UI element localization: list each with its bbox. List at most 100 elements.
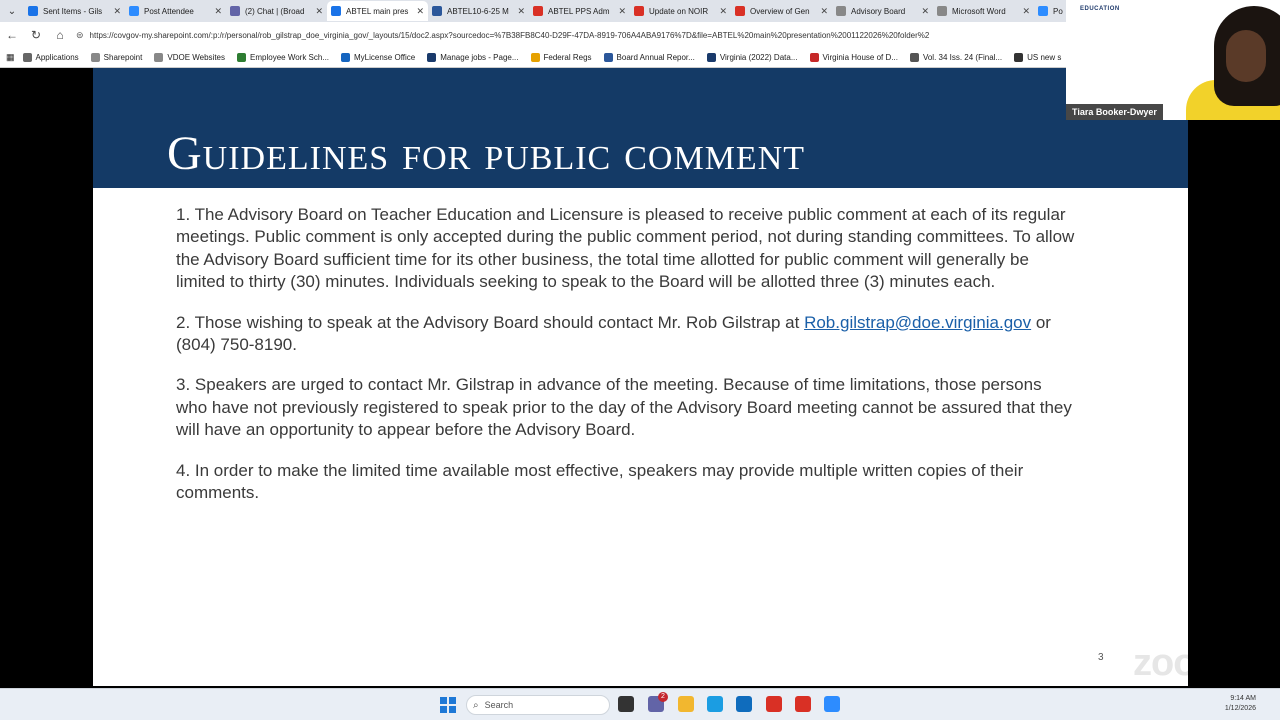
bookmark-item[interactable]: Applications xyxy=(22,53,79,62)
home-icon[interactable]: ⌂ xyxy=(48,28,72,42)
tab-close-icon[interactable]: ✕ xyxy=(113,6,121,17)
bookmark-icon xyxy=(427,53,437,62)
bookmark-item[interactable]: Manage jobs - Page... xyxy=(427,53,519,62)
bookmark-icon xyxy=(237,53,247,62)
outlook-icon[interactable] xyxy=(736,696,752,712)
tab-title: ABTEL PPS Adm xyxy=(548,6,610,16)
file-explorer-icon[interactable] xyxy=(678,696,694,712)
presentation-slide: Guidelines for public comment 1. The Adv… xyxy=(93,68,1188,686)
tab-close-icon[interactable]: ✕ xyxy=(517,6,525,17)
reload-icon[interactable]: ↻ xyxy=(24,28,48,42)
bookmark-item[interactable]: Virginia House of D... xyxy=(809,53,898,62)
left-letterbox xyxy=(0,68,93,686)
bookmarks-bar: ▦ Applications Sharepoint VDOE Websites Emp… xyxy=(0,48,1066,68)
taskbar-search[interactable]: ⌕ Search xyxy=(466,695,610,715)
browser-tab[interactable]: Overview of Gen ✕ xyxy=(731,1,832,21)
guideline-item-2-text: 2. Those wishing to speak at the Advisor… xyxy=(176,312,805,332)
bookmark-label: Applications xyxy=(35,53,79,62)
clock-date: 1/12/2026 xyxy=(1224,705,1256,712)
tab-favicon-icon xyxy=(331,6,341,16)
bookmark-item[interactable]: US new s xyxy=(1014,53,1061,62)
bookmark-label: MyLicense Office xyxy=(354,53,416,62)
participant-name: Tiara Booker-Dwyer xyxy=(1066,104,1163,120)
tab-title: Po xyxy=(1053,6,1063,16)
start-logo-tile xyxy=(440,697,447,704)
bookmark-item[interactable]: Vol. 34 Iss. 24 (Final... xyxy=(909,53,1003,62)
tab-list: Sent Items - Gils ✕ Post Attendee ✕ (2) Chat… xyxy=(24,1,1066,21)
participant-video-tile[interactable]: EDUCATION Tiara Booker-Dwyer xyxy=(1066,0,1280,120)
start-logo-tile xyxy=(440,706,447,713)
bookmark-label: Vol. 34 Iss. 24 (Final... xyxy=(922,53,1003,62)
edge-icon[interactable] xyxy=(707,696,723,712)
browser-tab[interactable]: ABTEL main pres ✕ xyxy=(327,1,428,21)
tab-close-icon[interactable]: ✕ xyxy=(820,6,828,17)
bookmark-icon xyxy=(530,53,540,62)
task-view-icon[interactable] xyxy=(618,696,634,712)
tab-favicon-icon xyxy=(432,6,442,16)
bookmark-item[interactable]: Sharepoint xyxy=(90,53,143,62)
bookmark-item[interactable]: Federal Regs xyxy=(530,53,592,62)
bookmark-item[interactable]: Board Annual Repor... xyxy=(603,53,695,62)
tab-close-icon[interactable]: ✕ xyxy=(416,6,424,17)
tab-title: (2) Chat | (Broad xyxy=(245,6,305,16)
bookmark-item[interactable]: VDOE Websites xyxy=(154,53,225,62)
guideline-item-4: 4. In order to make the limited time ava… xyxy=(176,460,1024,503)
tab-close-icon[interactable]: ✕ xyxy=(214,6,222,17)
contact-email-link[interactable]: Rob.gilstrap@doe.virginia.gov xyxy=(804,313,1031,332)
browser-tab[interactable]: Po xyxy=(1034,1,1066,21)
bookmark-icon xyxy=(154,53,164,62)
browser-tab[interactable]: (2) Chat | (Broad ✕ xyxy=(226,1,327,21)
app-icon[interactable] xyxy=(766,696,782,712)
start-button[interactable] xyxy=(440,697,456,713)
bookmark-item[interactable]: MyLicense Office xyxy=(341,53,415,62)
bookmark-icon xyxy=(603,53,613,62)
address-bar[interactable]: ⊜ https://covgov-my.sharepoint.com/:p:/r… xyxy=(72,25,1062,45)
browser-tab[interactable]: ABTEL10-6-25 M ✕ xyxy=(428,1,529,21)
browser-tab[interactable]: ABTEL PPS Adm ✕ xyxy=(529,1,630,21)
tab-title: Advisory Board xyxy=(851,6,906,16)
guideline-item-3: 3. Speakers are urged to contact Mr. Gil… xyxy=(176,375,1072,440)
tab-favicon-icon xyxy=(28,6,38,16)
url-text: https://covgov-my.sharepoint.com/:p:/r/p… xyxy=(89,30,930,40)
site-info-icon[interactable]: ⊜ xyxy=(76,30,84,41)
system-clock[interactable]: 9:14 AM 1/12/2026 xyxy=(1225,694,1256,714)
bookmark-item[interactable]: Employee Work Sch... xyxy=(237,53,329,62)
search-placeholder: Search xyxy=(484,700,514,710)
start-logo-tile xyxy=(449,697,456,704)
tab-title: Post Attendee xyxy=(144,6,194,16)
browser-tab[interactable]: Post Attendee ✕ xyxy=(125,1,226,21)
bookmark-label: US new s xyxy=(1027,53,1062,62)
bookmark-icon xyxy=(22,53,32,62)
tab-close-icon[interactable]: ✕ xyxy=(921,6,929,17)
bookmark-label: Manage jobs - Page... xyxy=(440,53,519,62)
bookmark-item[interactable]: Virginia (2022) Data... xyxy=(706,53,798,62)
tab-search-icon[interactable]: ⌄ xyxy=(0,0,24,22)
browser-tab[interactable]: Update on NOIR ✕ xyxy=(630,1,731,21)
browser-tab[interactable]: Sent Items - Gils ✕ xyxy=(24,1,125,21)
tab-favicon-icon xyxy=(1038,6,1048,16)
guideline-item-1: 1. The Advisory Board on Teacher Educati… xyxy=(176,205,1075,292)
search-icon: ⌕ xyxy=(473,699,479,711)
bookmark-icon xyxy=(341,53,351,62)
browser-tab[interactable]: Microsoft Word ✕ xyxy=(933,1,1034,21)
tab-favicon-icon xyxy=(634,6,644,16)
bookmark-label: Sharepoint xyxy=(103,53,143,62)
slide-number: 3 xyxy=(1098,652,1104,663)
tab-close-icon[interactable]: ✕ xyxy=(618,6,626,17)
tab-close-icon[interactable]: ✕ xyxy=(315,6,323,17)
tab-favicon-icon xyxy=(129,6,139,16)
apps-grid-icon[interactable]: ▦ xyxy=(6,52,15,63)
zoom-icon[interactable] xyxy=(824,696,840,712)
browser-tab[interactable]: Advisory Board ✕ xyxy=(832,1,933,21)
tab-close-icon[interactable]: ✕ xyxy=(1022,6,1030,17)
slide-header: Guidelines for public comment xyxy=(93,68,1188,188)
tab-title: Microsoft Word xyxy=(952,6,1006,16)
start-logo-tile xyxy=(449,706,456,713)
clock-time: 9:14 AM xyxy=(1230,695,1256,702)
tab-title: Sent Items - Gils xyxy=(43,6,103,16)
bookmark-icon xyxy=(809,53,819,62)
back-icon[interactable]: ← xyxy=(0,28,24,42)
tab-favicon-icon xyxy=(735,6,745,16)
tab-close-icon[interactable]: ✕ xyxy=(719,6,727,17)
acrobat-icon[interactable] xyxy=(795,696,811,712)
